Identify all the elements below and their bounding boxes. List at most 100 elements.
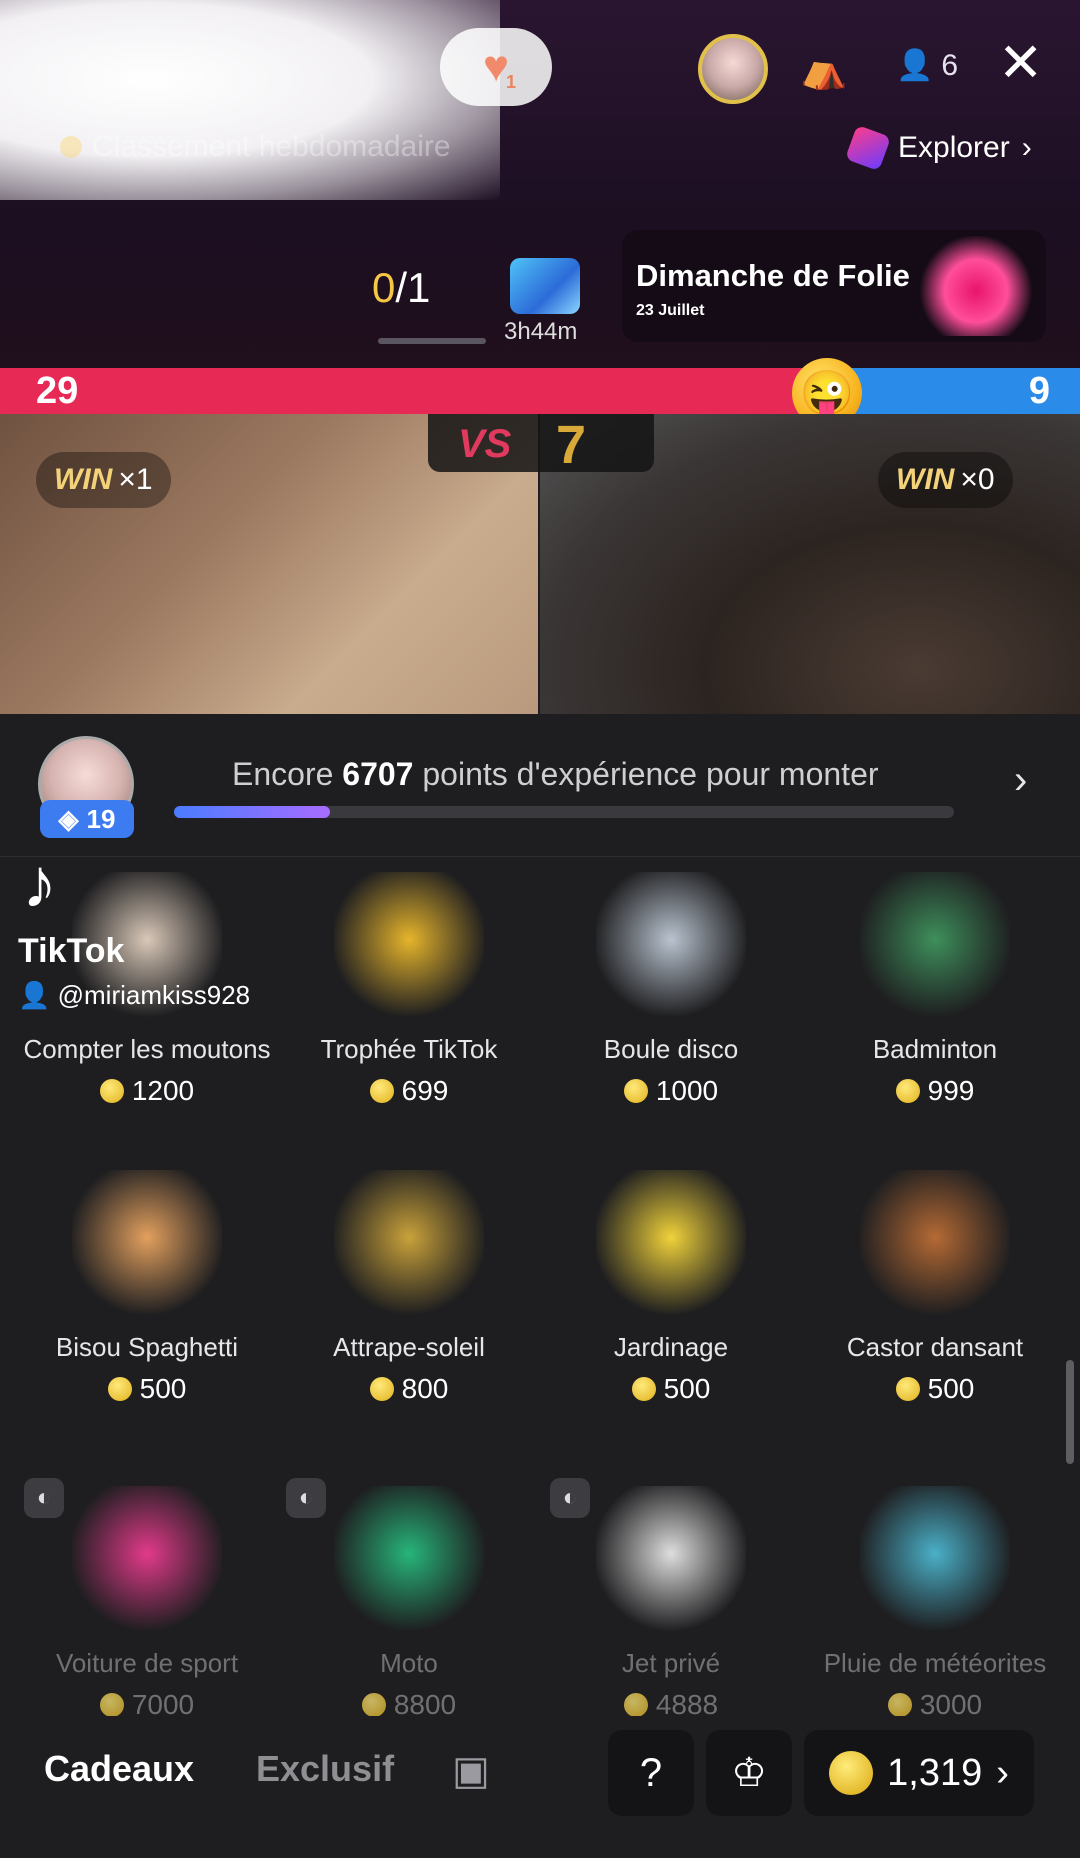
person-icon: 👤 [18,980,51,1010]
gift-name: Bisou Spaghetti [55,1332,239,1362]
coin-icon [623,1079,648,1103]
gift-name: Attrape-soleil [333,1332,485,1362]
tab-gifts[interactable]: Cadeaux [44,1748,194,1790]
explore-label: Explorer [898,131,1010,164]
palette-icon: ◐ [286,1478,326,1518]
xp-progress-fill [174,806,330,818]
coin-icon [369,1377,394,1401]
goal-progress-bar [378,338,486,344]
like-count: 1 [506,72,517,92]
level-value: 19 [86,803,116,834]
gift-item[interactable]: Jardinage 500 [536,1170,806,1405]
weekly-ranking-label: Classement hebdomadaire [92,130,451,163]
coin-icon [829,1751,874,1795]
crown-icon: ♔ [731,1751,767,1795]
gift-item[interactable]: Bisou Spaghetti 500 [12,1170,282,1405]
gift-price: 800 [274,1373,544,1405]
gift-item[interactable]: Attrape-soleil 800 [274,1170,544,1405]
person-icon: 👤 [896,49,934,82]
round-number: 7 [556,415,587,475]
gift-name: Voiture de sport [55,1648,239,1678]
gift-image [860,1170,1010,1320]
chevron-right-icon[interactable]: › [1014,758,1027,803]
top-gifter-avatar[interactable] [698,34,768,104]
gift-item[interactable]: Boule disco 1000 [536,872,806,1107]
tab-exclusive[interactable]: Exclusif [256,1748,394,1790]
viewer-count[interactable]: 👤 6 [896,48,958,83]
gift-price: 500 [800,1373,1070,1405]
gift-name: Badminton [872,1034,998,1064]
gift-name: Boule disco [603,1034,739,1064]
chevron-right-icon: › [1021,131,1032,164]
gift-image [596,1486,746,1636]
coin-balance-button[interactable]: 1,319 › [804,1730,1034,1816]
chevron-right-icon: › [996,1751,1009,1794]
gift-item[interactable]: Voiture de sport 7000 [12,1486,282,1721]
palette-icon: ◐ [24,1478,64,1518]
coin-icon [369,1079,394,1103]
scrollbar-thumb[interactable] [1066,1360,1074,1464]
gift-price: 1000 [536,1075,806,1107]
gift-price-value: 1200 [131,1075,195,1106]
left-win-count: WIN ×1 [36,452,171,508]
event-date: 23 Juillet [636,302,705,319]
close-icon[interactable]: ✕ [998,36,1043,90]
gift-image [72,1170,222,1320]
weekly-ranking[interactable]: Classement hebdomadaire [60,130,451,164]
gift-name: Jet privé [621,1648,721,1678]
gift-price-value: 800 [401,1373,449,1404]
coin-icon [107,1377,132,1401]
gift-image [596,872,746,1022]
explore-button[interactable]: Explorer › [844,124,1032,172]
gift-price-value: 699 [401,1075,449,1106]
watermark-username: @miriamkiss928 [57,980,251,1010]
gift-price: 699 [274,1075,544,1107]
gift-item[interactable]: Badminton 999 [800,872,1070,1107]
gift-price: 500 [12,1373,282,1405]
right-win-label: WIN [896,463,955,496]
gift-image [334,872,484,1022]
xp-prefix: Encore [232,756,343,792]
crown-button[interactable]: ♔ [706,1730,792,1816]
gift-item[interactable]: Trophée TikTok 699 [274,872,544,1107]
gift-price-value: 500 [139,1373,187,1404]
gift-image [72,1486,222,1636]
coin-icon [361,1693,386,1717]
like-button[interactable]: ♥ 1 [440,28,552,106]
coin-icon [623,1693,648,1717]
xp-suffix: points d'expérience pour monter [413,756,879,792]
coin-icon [895,1079,920,1103]
gift-image [334,1486,484,1636]
viewer-count-value: 6 [941,48,959,82]
gift-price-value: 1000 [655,1075,719,1106]
palette-icon: ◐ [550,1478,590,1518]
gift-price-value: 500 [927,1373,975,1404]
xp-message[interactable]: Encore 6707 points d'expérience pour mon… [232,756,879,793]
goal-progress[interactable]: 0/1 [372,264,430,312]
goal-total: /1 [395,264,431,311]
right-win-value: ×0 [960,463,995,496]
coral-gift-icon[interactable] [510,258,580,314]
gift-image [334,1170,484,1320]
gift-item[interactable]: Castor dansant 500 [800,1170,1070,1405]
gift-item[interactable]: Pluie de météorites 3000 [800,1486,1070,1721]
help-button[interactable]: ? [608,1730,694,1816]
vs-label: VS [458,422,512,466]
gift-price-value: 999 [927,1075,975,1106]
gift-image [860,1486,1010,1636]
coin-icon [887,1693,912,1717]
diamond-icon: ◈ [58,803,79,834]
watermark-brand: TikTok [18,932,125,970]
coin-icon [99,1079,124,1103]
seat-icon[interactable]: ⛺ [800,48,847,92]
gift-price: 1200 [12,1075,282,1107]
gift-item[interactable]: Moto 8800 [274,1486,544,1721]
gift-name: Compter les moutons [23,1034,271,1064]
battle-left-fill [0,368,840,414]
blurred-region [0,0,500,200]
coin-icon [895,1377,920,1401]
treasure-chest-icon[interactable]: ▣ [452,1748,490,1794]
ranking-icon [60,136,82,158]
gift-item[interactable]: Jet privé 4888 [536,1486,806,1721]
battle-left-score: 29 [36,370,79,412]
